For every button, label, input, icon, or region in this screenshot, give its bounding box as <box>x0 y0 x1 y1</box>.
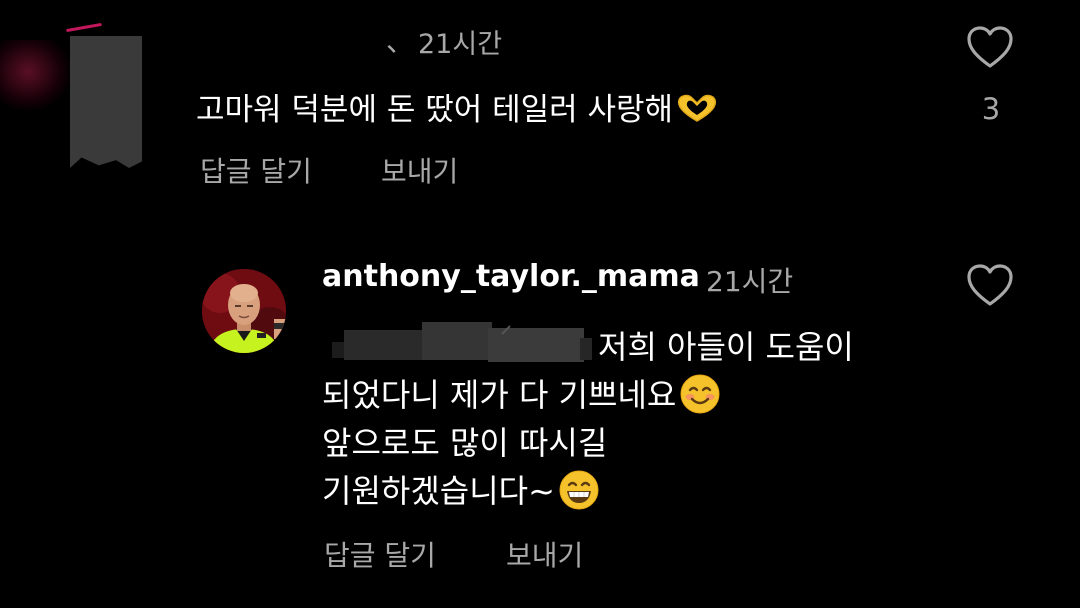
avatar-pink-glow <box>0 40 70 110</box>
smiling-face-emoji-icon <box>680 374 720 414</box>
comment-2-line-4-text: 기원하겠습니다~ <box>322 472 555 510</box>
comment-1-reply-button[interactable]: 답글 달기 <box>200 150 312 190</box>
comment-2-line-3: 앞으로도 많이 따시길 <box>322 418 607 464</box>
heart-icon[interactable] <box>966 264 1014 308</box>
comment-2-line-3-text: 앞으로도 많이 따시길 <box>322 424 608 462</box>
grinning-face-emoji-icon <box>559 470 599 510</box>
comment-2-send-button[interactable]: 보내기 <box>506 534 583 574</box>
comment-2-line-1-text: 저희 아들이 도움이 <box>598 328 854 366</box>
comment-2-avatar[interactable] <box>202 269 286 353</box>
comment-1-text-body: 고마워 덕분에 돈 땄어 테일러 사랑해 <box>196 92 674 128</box>
comment-2-username[interactable]: anthony_taylor._mama <box>322 259 700 294</box>
comment-1-like-count[interactable]: 3 <box>978 92 1004 126</box>
comment-1-timestamp: 21시간 <box>418 29 503 60</box>
avatar-censor-block <box>70 36 142 168</box>
comment-2-reply-button[interactable]: 답글 달기 <box>324 534 436 574</box>
comment-2-timestamp: 21시간 <box>706 265 794 298</box>
comment-2-line-4: 기원하겠습니다~ <box>322 466 599 512</box>
comment-2-line-2-text: 되었다니 제가 다 기쁘네요 <box>322 376 677 414</box>
avatar-pink-stroke <box>66 22 102 33</box>
heart-icon[interactable] <box>966 26 1014 70</box>
comment-2-line-1: 저희 아들이 도움이 <box>598 322 854 368</box>
comment-2-line-2: 되었다니 제가 다 기쁘네요 <box>322 370 720 416</box>
comment-1-send-button[interactable]: 보내기 <box>381 150 458 190</box>
comment-2-mention-censored <box>332 320 594 364</box>
heart-hands-emoji-icon <box>675 94 719 124</box>
comment-1-text: 고마워 덕분에 돈 땄어 테일러 사랑해 <box>196 84 719 129</box>
comment-1-author-fragment[interactable]: 、 <box>386 20 414 60</box>
comment-1-avatar-censored[interactable] <box>0 0 160 175</box>
